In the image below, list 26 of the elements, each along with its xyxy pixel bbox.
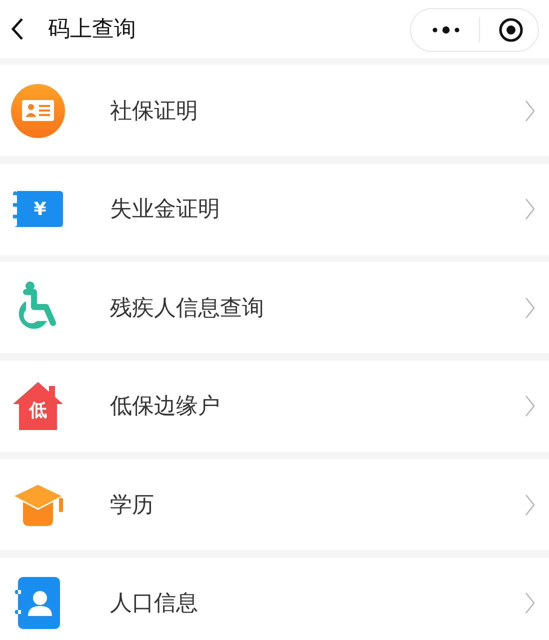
close-icon[interactable] bbox=[498, 17, 524, 43]
chevron-icon bbox=[525, 198, 535, 220]
ticket-icon: ¥ bbox=[13, 191, 63, 227]
menu-item[interactable]: 人口信息 bbox=[0, 558, 549, 640]
chevron-icon bbox=[525, 296, 535, 318]
page-title: 码上查询 bbox=[48, 16, 137, 44]
item-label: 残疾人信息查询 bbox=[110, 294, 265, 322]
id-card-icon bbox=[11, 84, 65, 138]
chevron-icon bbox=[525, 494, 535, 516]
item-label: 失业金证明 bbox=[110, 196, 221, 224]
contact-book-icon bbox=[15, 576, 61, 630]
chevron-icon bbox=[525, 100, 535, 122]
menu-item[interactable]: 低 低保边缘户 bbox=[0, 360, 549, 452]
chevron-icon bbox=[525, 592, 535, 614]
more-icon[interactable] bbox=[431, 25, 461, 35]
menu-item[interactable]: ¥ 失业金证明 bbox=[0, 164, 549, 254]
chevron-icon bbox=[525, 395, 535, 417]
item-label: 低保边缘户 bbox=[110, 393, 221, 421]
menu-item[interactable]: 学历 bbox=[0, 459, 549, 550]
menu-item[interactable]: 残疾人信息查询 bbox=[0, 262, 549, 353]
back-icon[interactable] bbox=[10, 17, 24, 41]
item-label: 学历 bbox=[110, 492, 155, 520]
house-icon: 低 bbox=[11, 380, 65, 432]
item-label: 人口信息 bbox=[110, 590, 199, 618]
menu-item[interactable]: 社保证明 bbox=[0, 65, 549, 156]
item-label: 社保证明 bbox=[110, 98, 199, 126]
